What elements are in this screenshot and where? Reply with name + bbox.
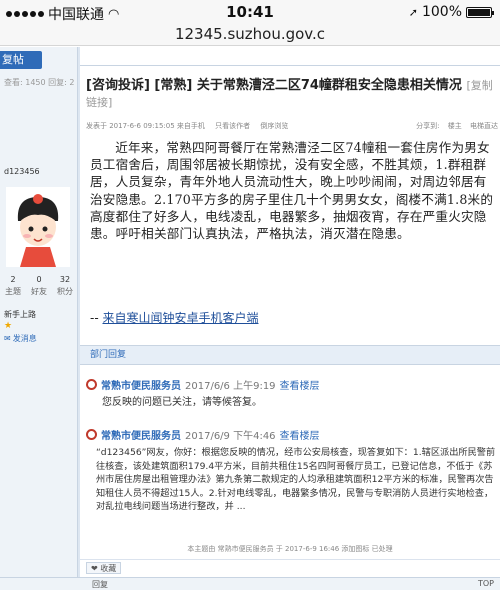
- post-source: -- 来自寒山闻钟安卓手机客户端: [90, 311, 259, 325]
- bottom-bar: 回复 TOP: [0, 577, 500, 590]
- author-username[interactable]: d123456: [4, 167, 40, 176]
- forum-page: 复帖 查看: 1450 回复: 2 d123456 2 主题 0 好友 32 积分 新…: [0, 47, 500, 590]
- post-meta: 发表于 2017-6-6 09:15:05 来自手机 只看该作者 倒序浏览 分享…: [86, 121, 498, 131]
- author-rank[interactable]: 新手上路: [4, 309, 36, 320]
- post-body: 近年来，常熟四阿哥餐厅在常熟漕泾二区74幢租一套住房作为男女员工宿舍后，周围邻居…: [90, 140, 494, 242]
- post-main: [咨询投诉] [常熟] 关于常熟漕泾二区74幢群租安全隐患相关情况 [复制链接]…: [80, 47, 500, 590]
- stat-friends[interactable]: 0 好友: [31, 275, 47, 297]
- divider: [80, 65, 500, 66]
- location-icon: ➚: [408, 5, 418, 19]
- department-reply-header: 部门回复: [80, 345, 500, 365]
- department-reply: 常熟市便民服务员 2017/6/9 下午4:46 查看楼层 “d123456”网…: [86, 427, 496, 514]
- avatar[interactable]: [6, 187, 70, 267]
- reply-body: 您反映的问题已关注，请等候答复。: [102, 397, 262, 408]
- reply-date: 2017/6/6 上午9:19: [185, 381, 276, 392]
- battery-percent: 100%: [421, 4, 462, 20]
- back-to-top-button[interactable]: TOP: [478, 579, 494, 588]
- reply-link[interactable]: 回复: [92, 579, 108, 590]
- reverse-order-link[interactable]: 倒序浏览: [260, 122, 288, 130]
- reply-date: 2017/6/9 下午4:46: [185, 431, 276, 442]
- service-logo-icon: [86, 429, 97, 440]
- address-bar[interactable]: 12345.suzhou.gov.c: [0, 24, 500, 46]
- envelope-icon: ✉: [4, 334, 11, 343]
- service-logo-icon: [86, 379, 97, 390]
- edit-note: 本主题由 常熟市便民服务员 于 2017-6-9 16:46 添加图标 已处理: [187, 545, 393, 553]
- stat-points[interactable]: 32 积分: [57, 275, 73, 297]
- reply-button[interactable]: 复帖: [0, 51, 42, 69]
- only-author-link[interactable]: 只看该作者: [215, 122, 250, 130]
- floor-label: 楼主: [447, 122, 462, 130]
- post-date: 发表于 2017-6-6 09:15:05 来自手机: [86, 122, 205, 130]
- reply-author[interactable]: 常熟市便民服务员: [101, 427, 181, 442]
- client-link[interactable]: 来自寒山闻钟安卓手机客户端: [102, 311, 258, 325]
- status-bar: 中国联通 ◠ 10:41 ➚ 100%: [0, 0, 500, 24]
- post-actions: ❤ 收藏: [80, 559, 500, 575]
- jump-to-floor[interactable]: 电梯直达: [470, 122, 498, 130]
- author-sidebar: 复帖 查看: 1450 回复: 2 d123456 2 主题 0 好友 32 积分 新…: [0, 47, 78, 590]
- rank-star-icon: ★: [4, 321, 13, 331]
- thread-title: [咨询投诉] [常熟] 关于常熟漕泾二区74幢群租安全隐患相关情况 [复制链接]: [86, 78, 493, 109]
- department-reply: 常熟市便民服务员 2017/6/6 上午9:19 查看楼层 您反映的问题已关注，…: [86, 377, 496, 409]
- view-floor-link[interactable]: 查看楼层: [280, 377, 320, 392]
- battery-icon: [466, 6, 494, 18]
- view-count: 查看: 1450 回复: 2: [4, 78, 75, 87]
- heart-icon: ❤: [91, 564, 98, 573]
- collect-button[interactable]: ❤ 收藏: [86, 562, 122, 574]
- send-message-link[interactable]: ✉ 发消息: [4, 333, 37, 344]
- reply-body: “d123456”网友，你好：根据您反映的情况，经市公安局核查，现答复如下：1.…: [96, 447, 496, 512]
- status-right: ➚ 100%: [408, 4, 494, 20]
- stat-topics[interactable]: 2 主题: [5, 275, 21, 297]
- view-floor-link[interactable]: 查看楼层: [280, 427, 320, 442]
- share-label: 分享到:: [416, 122, 440, 130]
- reply-author[interactable]: 常熟市便民服务员: [101, 377, 181, 392]
- author-stats: 2 主题 0 好友 32 积分: [0, 275, 78, 297]
